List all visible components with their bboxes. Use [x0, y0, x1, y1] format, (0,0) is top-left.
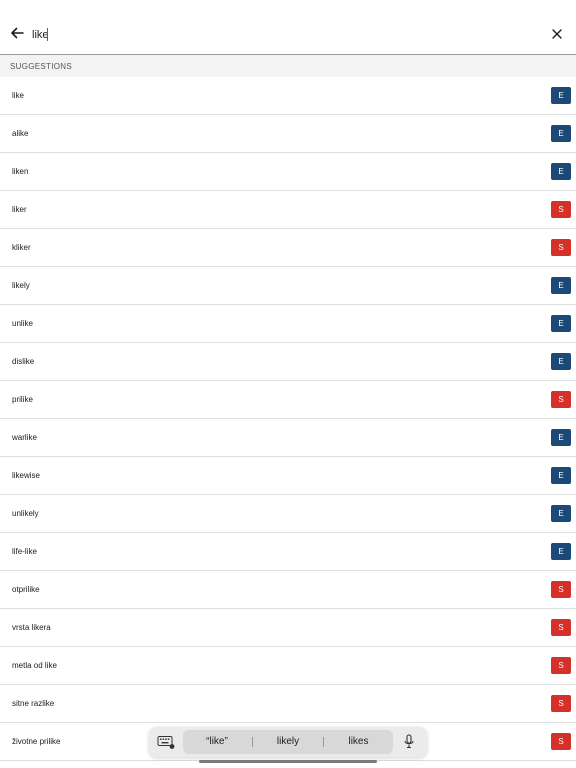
suggestion-row[interactable]: dislike E [0, 343, 576, 381]
suggestion-word: sitne razlike [12, 699, 55, 708]
language-badge: E [551, 315, 571, 332]
language-badge: E [551, 277, 571, 294]
suggestion-word: unlikely [12, 509, 39, 518]
suggestion-row[interactable]: like E [0, 77, 576, 115]
suggestion-row[interactable]: alike E [0, 115, 576, 153]
suggestion-row[interactable]: prilike S [0, 381, 576, 419]
suggestion-word: like [12, 91, 25, 100]
suggestion-row[interactable]: liker S [0, 191, 576, 229]
suggestion-word: otprilike [12, 585, 40, 594]
dictionary-search-screen: • • • SUGGESTIONS likeEalikeElikenEliker… [0, 0, 576, 768]
predictive-suggestions: “like” likely likes [183, 730, 393, 754]
suggestion-word: warlike [12, 433, 37, 442]
language-badge: E [551, 505, 571, 522]
suggestion-row[interactable]: kliker S [0, 229, 576, 267]
suggestion-row[interactable]: sitne razlike S [0, 685, 576, 723]
suggestion-row[interactable]: liken E [0, 153, 576, 191]
suggestion-row[interactable]: warlike E [0, 419, 576, 457]
language-badge: S [551, 391, 571, 408]
language-badge: S [551, 619, 571, 636]
suggestion-word: liken [12, 167, 29, 176]
suggestion-word: likewise [12, 471, 41, 480]
suggestion-word: koji prima različite oblike [12, 761, 99, 768]
arrow-left-icon [11, 27, 24, 39]
suggestion-word: životne prilike [12, 737, 61, 746]
language-badge: E [551, 125, 571, 142]
suggestions-header: SUGGESTIONS [0, 55, 576, 77]
predictive-suggestion-3[interactable]: likes [324, 730, 393, 754]
suggestion-row[interactable]: unlike E [0, 305, 576, 343]
clear-search-button[interactable] [546, 23, 568, 45]
language-badge: S [551, 733, 571, 750]
suggestion-word: unlike [12, 319, 33, 328]
keyboard-icon[interactable] [157, 735, 175, 749]
predictive-suggestion-2[interactable]: likely [253, 730, 323, 754]
language-badge: S [551, 695, 571, 712]
suggestion-row[interactable]: likewise E [0, 457, 576, 495]
suggestion-word: vrsta likera [12, 623, 51, 632]
language-badge: E [551, 87, 571, 104]
suggestion-word: life-like [12, 547, 37, 556]
keyboard-predictive-bar: “like” likely likes [149, 727, 427, 757]
language-badge: S [551, 239, 571, 256]
language-badge: E [551, 353, 571, 370]
language-badge: S [551, 657, 571, 674]
language-badge: E [551, 429, 571, 446]
language-badge: E [551, 543, 571, 560]
suggestion-row[interactable]: unlikely E [0, 495, 576, 533]
suggestion-row[interactable]: life-like E [0, 533, 576, 571]
back-button[interactable] [6, 22, 28, 44]
suggestion-word: dislike [12, 357, 35, 366]
suggestion-word: liker [12, 205, 27, 214]
close-icon [552, 29, 562, 39]
suggestion-word: prilike [12, 395, 33, 404]
language-badge: E [551, 163, 571, 180]
suggestion-word: likely [12, 281, 30, 290]
search-bar [0, 0, 576, 55]
language-badge: S [551, 201, 571, 218]
suggestion-word: metla od like [12, 661, 57, 670]
suggestion-word: alike [12, 129, 29, 138]
suggestion-row[interactable]: vrsta likera S [0, 609, 576, 647]
microphone-icon[interactable] [403, 734, 415, 750]
language-badge: S [551, 581, 571, 598]
language-badge: E [551, 467, 571, 484]
home-indicator[interactable] [199, 760, 377, 763]
suggestion-row[interactable]: otprilike S [0, 571, 576, 609]
text-caret [47, 28, 48, 41]
suggestion-row[interactable]: metla od like S [0, 647, 576, 685]
suggestion-row[interactable]: likely E [0, 267, 576, 305]
predictive-suggestion-1[interactable]: “like” [183, 730, 251, 754]
search-input[interactable] [32, 26, 512, 44]
suggestion-word: kliker [12, 243, 31, 252]
suggestion-list: like Ealike Eliken Eliker Skliker Slikely Eunl… [0, 77, 576, 768]
